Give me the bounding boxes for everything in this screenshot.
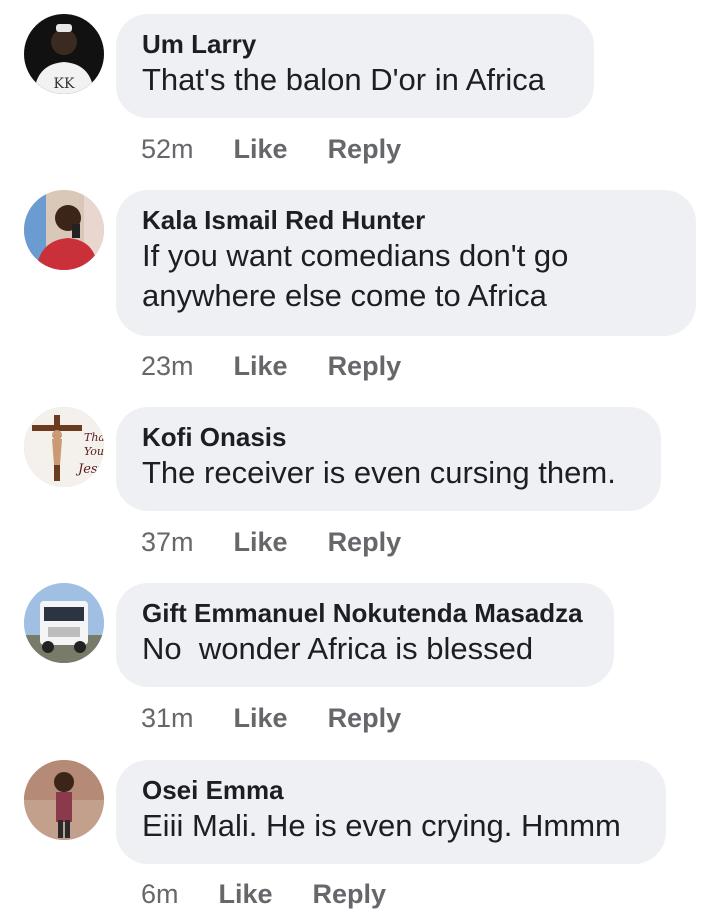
comment-author[interactable]: Gift Emmanuel Nokutenda Masadza (142, 597, 588, 629)
comment-text: The receiver is even cursing them. (142, 455, 616, 490)
comment-text: That's the balon D'or in Africa (142, 62, 545, 97)
comment-timestamp[interactable]: 31m (141, 703, 194, 734)
comment-author[interactable]: Osei Emma (142, 774, 640, 806)
comment-actions: 37m Like Reply (141, 522, 401, 562)
user-avatar-icon (24, 760, 104, 840)
user-avatar-icon: Thank You Jesu (24, 407, 104, 487)
reply-button[interactable]: Reply (328, 134, 402, 165)
comment-actions: 52m Like Reply (141, 129, 401, 169)
svg-text:Jesu: Jesu (75, 462, 104, 477)
like-button[interactable]: Like (234, 134, 288, 165)
reply-button[interactable]: Reply (313, 879, 387, 910)
user-avatar-icon: KK (24, 14, 104, 94)
comment-bubble: Um Larry That's the balon D'or in Africa (116, 14, 594, 118)
comment-text: If you want comedians don't go anywhere … (142, 238, 569, 313)
comment-bubble: Gift Emmanuel Nokutenda Masadza No wonde… (116, 583, 614, 687)
comment-text: No wonder Africa is blessed (142, 631, 534, 666)
like-button[interactable]: Like (234, 527, 288, 558)
reply-button[interactable]: Reply (328, 351, 402, 382)
avatar[interactable]: KK (24, 14, 104, 94)
comment-author[interactable]: Kofi Onasis (142, 421, 635, 453)
comment-timestamp[interactable]: 23m (141, 351, 194, 382)
avatar[interactable] (24, 760, 104, 840)
svg-text:KK: KK (54, 76, 75, 92)
comment-timestamp[interactable]: 37m (141, 527, 194, 558)
comment-timestamp[interactable]: 6m (141, 879, 179, 910)
like-button[interactable]: Like (234, 351, 288, 382)
comment-bubble: Kofi Onasis The receiver is even cursing… (116, 407, 661, 511)
comment-bubble: Kala Ismail Red Hunter If you want comed… (116, 190, 696, 336)
svg-text:Thank: Thank (84, 431, 104, 444)
reply-button[interactable]: Reply (328, 527, 402, 558)
user-avatar-icon (24, 190, 104, 270)
comment-author[interactable]: Kala Ismail Red Hunter (142, 204, 670, 236)
comment-text: Eiii Mali. He is even crying. Hmmm (142, 808, 621, 843)
svg-text:You: You (84, 445, 104, 458)
comment-actions: 31m Like Reply (141, 698, 401, 738)
reply-button[interactable]: Reply (328, 703, 402, 734)
comment-author[interactable]: Um Larry (142, 28, 568, 60)
comment-timestamp[interactable]: 52m (141, 134, 194, 165)
comment-bubble: Osei Emma Eiii Mali. He is even crying. … (116, 760, 666, 864)
avatar[interactable]: Thank You Jesu (24, 407, 104, 487)
avatar[interactable] (24, 190, 104, 270)
comment-actions: 6m Like Reply (141, 874, 386, 914)
comment-actions: 23m Like Reply (141, 346, 401, 386)
like-button[interactable]: Like (234, 703, 288, 734)
avatar[interactable] (24, 583, 104, 663)
like-button[interactable]: Like (219, 879, 273, 910)
user-avatar-icon (24, 583, 104, 663)
